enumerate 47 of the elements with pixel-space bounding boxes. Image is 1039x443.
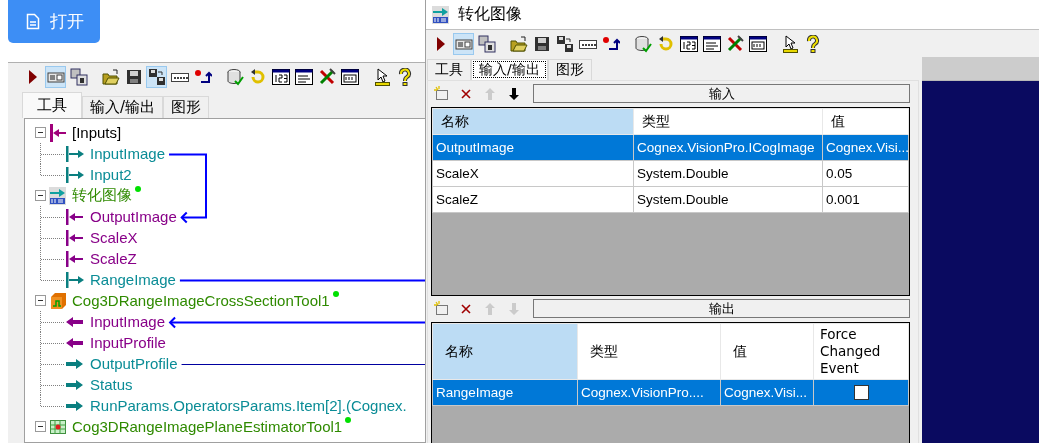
tab[interactable]: 图形 — [163, 96, 210, 118]
tree-item[interactable]: RangeImage — [90, 271, 176, 288]
tab[interactable]: 工具 — [427, 59, 471, 80]
table-cell: OutputImage — [432, 134, 634, 161]
tree-item[interactable]: ScaleX — [90, 229, 138, 246]
tree-item[interactable]: [Inputs] — [72, 124, 122, 141]
tree-item[interactable]: ScaleZ — [90, 250, 137, 267]
tree-item[interactable]: InputProfile — [90, 334, 166, 351]
table-cell: ScaleZ — [432, 186, 634, 213]
tab[interactable]: 图形 — [547, 59, 592, 80]
table-row[interactable]: OutputImage Cognex.VisionPro.ICogImage Cognex.Visi... — [432, 134, 909, 161]
column-header[interactable]: 名称 — [432, 108, 634, 135]
tree-item[interactable]: RunParams.OperatorsParams.Item[2].(Cognex. — [90, 397, 407, 414]
table-cell: 0.001 — [822, 186, 909, 213]
table-cell: 0.05 — [822, 160, 909, 187]
tab[interactable]: 工具 — [22, 92, 82, 118]
table-cell: System.Double — [633, 186, 823, 213]
section-header[interactable]: 输入 — [533, 84, 910, 103]
table-cell: Cognex.Visi... — [720, 379, 814, 406]
column-header[interactable]: 名称 — [432, 323, 578, 380]
table-cell: Cognex.VisionPro.... — [577, 379, 721, 406]
tree-item[interactable]: Cog3DRangeImagePlaneEstimatorTool1 — [72, 418, 343, 435]
column-header[interactable]: 类型 — [633, 108, 823, 135]
table-cell: Cognex.VisionPro.ICogImage — [633, 134, 823, 161]
table-row[interactable]: RangeImage Cognex.VisionPro.... Cognex.Visi... — [432, 379, 909, 406]
section-header[interactable]: 输出 — [533, 299, 910, 318]
table-cell: RangeImage — [432, 379, 578, 406]
table-cell: ScaleX — [432, 160, 634, 187]
table-row[interactable]: ScaleX System.Double 0.05 — [432, 160, 909, 187]
tree-item[interactable]: Status — [90, 376, 133, 393]
table-cell: Cognex.Visi... — [822, 134, 909, 161]
window-title: 转化图像 — [458, 4, 522, 25]
table-cell: System.Double — [633, 160, 823, 187]
column-header[interactable]: Force Changed Event — [813, 323, 909, 380]
tree-item[interactable]: OutputProfile — [90, 355, 178, 372]
tab[interactable]: 输入/输出 — [471, 59, 548, 80]
column-header[interactable]: 值 — [720, 323, 814, 380]
tree-item[interactable]: InputImage — [90, 145, 166, 162]
tree-item[interactable]: Cog3DRangeImageCrossSectionTool1 — [72, 292, 330, 309]
table-row[interactable]: ScaleZ System.Double 0.001 — [432, 186, 909, 213]
tab[interactable]: 输入/输出 — [82, 96, 164, 118]
tree-item[interactable]: InputImage — [90, 313, 166, 330]
tree-item[interactable]: Input2 — [90, 166, 132, 183]
column-header[interactable]: 类型 — [577, 323, 721, 380]
tree-item[interactable]: 转化图像 — [72, 186, 132, 205]
column-header[interactable]: 值 — [822, 108, 909, 135]
tree-item[interactable]: OutputImage — [90, 208, 177, 225]
